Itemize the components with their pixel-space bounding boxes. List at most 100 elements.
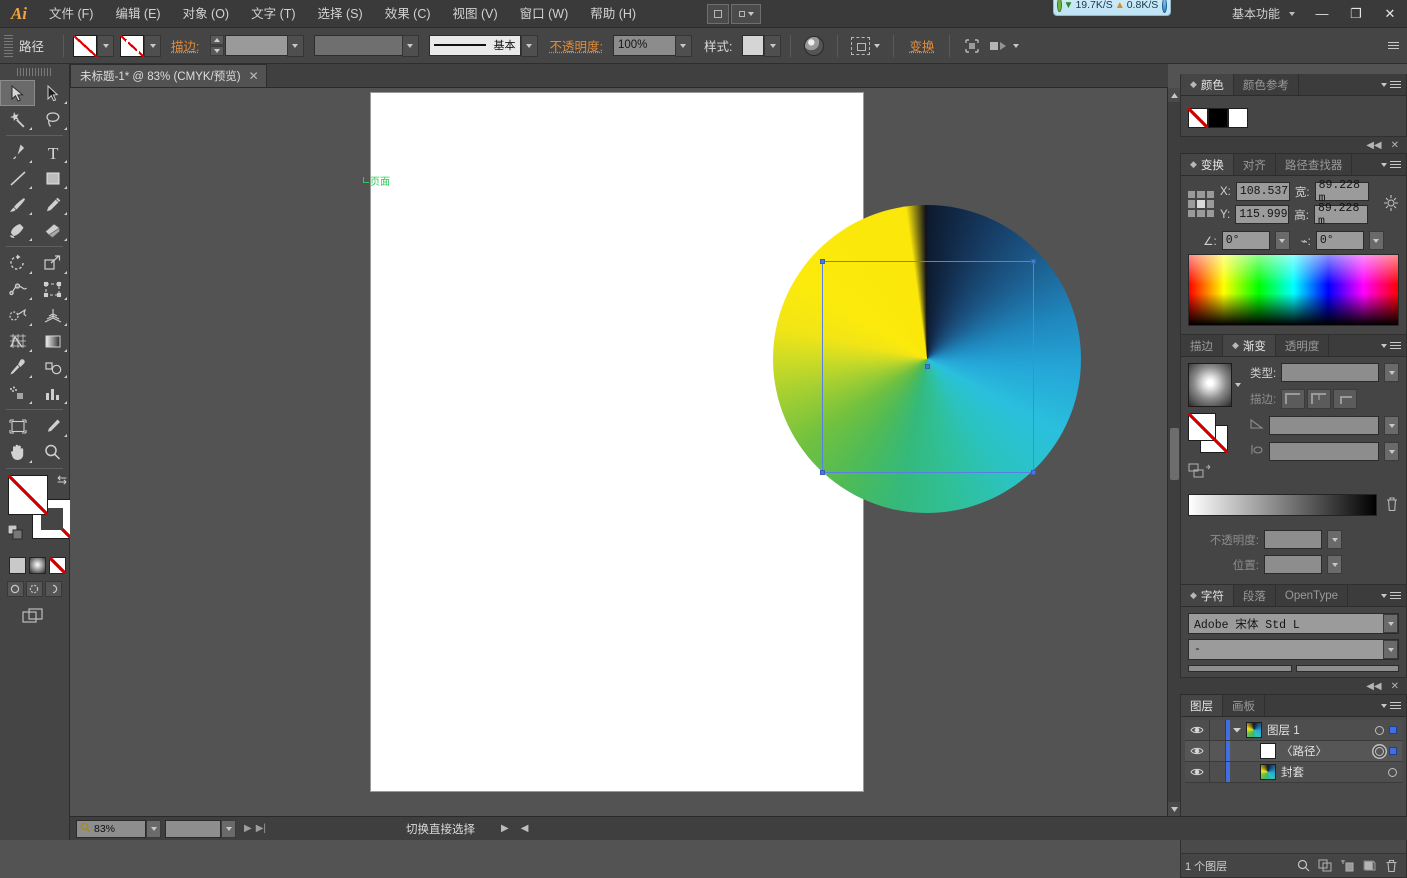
close-icon[interactable]: ✕ [249, 69, 259, 83]
panel-menu-icon[interactable] [1390, 81, 1401, 88]
gradient-tool[interactable] [35, 328, 70, 354]
symbol-sprayer-tool[interactable] [0, 380, 35, 406]
status-expand-icon[interactable]: ▶ [501, 823, 509, 834]
transform-panel-link[interactable]: 变换 [909, 36, 934, 55]
workspace-switcher[interactable]: 基本功能 [1228, 5, 1284, 22]
menu-window[interactable]: 窗口 (W) [509, 0, 580, 28]
default-fill-stroke-icon[interactable] [7, 524, 23, 540]
menu-effect[interactable]: 效果 (C) [374, 0, 442, 28]
handle-bottom-left[interactable] [820, 470, 825, 475]
lock-toggle[interactable] [1210, 762, 1226, 782]
stepper-up-icon[interactable] [209, 35, 224, 45]
handle-bottom-right[interactable] [1031, 470, 1036, 475]
browser-icon[interactable] [1162, 0, 1167, 13]
target-indicator-icon[interactable] [1375, 725, 1384, 735]
stroke-color-control[interactable] [120, 34, 162, 57]
font-family-dropdown[interactable] [1383, 614, 1398, 633]
magic-wand-tool[interactable] [0, 106, 35, 132]
tab-gradient[interactable]: ◆ 渐变 [1223, 335, 1276, 356]
fill-color-control[interactable] [73, 34, 115, 57]
character-panel-menu[interactable] [1381, 585, 1406, 606]
layer-name[interactable]: 封套 [1281, 764, 1388, 780]
chevron-down-icon[interactable] [1381, 162, 1387, 167]
stroke-variable-width-control[interactable] [313, 34, 419, 57]
tab-artboards[interactable]: 画板 [1223, 695, 1265, 716]
tab-pathfinder[interactable]: 路径查找器 [1276, 154, 1353, 175]
gradient-aspect-input[interactable] [1269, 442, 1379, 461]
variable-width-dropdown[interactable] [401, 34, 419, 57]
y-input[interactable]: 115.999 [1235, 205, 1290, 224]
tab-transparency[interactable]: 透明度 [1276, 335, 1330, 356]
menu-edit[interactable]: 编辑 (E) [104, 0, 171, 28]
selection-tool[interactable] [0, 80, 35, 106]
chevron-down-icon[interactable] [1381, 82, 1387, 87]
paintbrush-tool[interactable] [0, 191, 35, 217]
draw-behind-icon[interactable] [26, 581, 43, 597]
eraser-tool[interactable] [35, 217, 70, 243]
swatch-black[interactable] [1208, 108, 1228, 128]
handle-top-left[interactable] [820, 259, 825, 264]
perspective-grid-tool[interactable] [35, 302, 70, 328]
target-indicator-icon[interactable] [1388, 767, 1397, 777]
transform-panel-menu[interactable] [1381, 154, 1406, 175]
menu-select[interactable]: 选择 (S) [307, 0, 374, 28]
hand-tool[interactable] [0, 439, 35, 465]
color-panel-menu[interactable] [1381, 74, 1406, 95]
tab-align[interactable]: 对齐 [1234, 154, 1276, 175]
canvas-area[interactable]: 页面 [70, 88, 1168, 816]
zoom-dropdown[interactable] [146, 819, 161, 838]
panel-menu-icon[interactable] [1390, 342, 1401, 349]
control-bar-menu-icon[interactable] [1388, 42, 1399, 49]
graphic-style-control[interactable] [742, 34, 782, 57]
stroke-within-button[interactable] [1281, 389, 1306, 409]
layers-panel-menu[interactable] [1381, 695, 1406, 716]
target-indicator-icon[interactable] [1375, 746, 1384, 756]
gradient-type-dropdown[interactable] [1384, 363, 1399, 382]
gradient-angle-input[interactable] [1269, 416, 1379, 435]
tab-paragraph[interactable]: 段落 [1234, 585, 1276, 606]
tab-character[interactable]: ◆ 字符 [1181, 585, 1234, 606]
menu-view[interactable]: 视图 (V) [442, 0, 509, 28]
pencil-tool[interactable] [35, 191, 70, 217]
color-spectrum-picker[interactable] [1188, 254, 1399, 326]
gradient-opacity-input[interactable] [1264, 530, 1322, 549]
graphic-style-dropdown[interactable] [764, 34, 782, 57]
gradient-panel-menu[interactable] [1381, 335, 1406, 356]
close-button[interactable]: ✕ [1373, 3, 1407, 25]
stroke-dropdown-button[interactable] [144, 34, 162, 57]
handle-top-right[interactable] [1031, 259, 1036, 264]
line-segment-tool[interactable] [0, 165, 35, 191]
panel-menu-icon[interactable] [1390, 161, 1401, 168]
collapse-icon[interactable]: ◀◀ [1366, 140, 1381, 151]
stroke-swatch[interactable] [120, 34, 145, 57]
height-input[interactable]: 89.228 m [1313, 202, 1368, 228]
opacity-control[interactable]: 100% [612, 34, 692, 57]
swatch-none[interactable] [1188, 108, 1208, 128]
lock-toggle[interactable] [1210, 720, 1226, 740]
stroke-profile-dropdown[interactable] [520, 34, 538, 57]
layer-name[interactable]: 图层 1 [1267, 722, 1375, 738]
font-style-dropdown[interactable] [1383, 640, 1398, 659]
stroke-weight-input[interactable] [224, 34, 287, 56]
align-icon[interactable] [959, 34, 985, 58]
font-style-field[interactable]: - [1188, 639, 1399, 660]
tab-opentype[interactable]: OpenType [1276, 585, 1348, 606]
menu-object[interactable]: 对象 (O) [172, 0, 241, 28]
zoom-tool[interactable] [35, 439, 70, 465]
expand-triangle-icon[interactable] [1230, 727, 1244, 733]
artboard[interactable] [370, 92, 1081, 792]
scroll-left-icon[interactable]: ◀ [521, 823, 529, 834]
fill-swatch[interactable] [73, 34, 98, 57]
canvas-vertical-scrollbar[interactable] [1167, 88, 1181, 816]
width-tool[interactable] [0, 276, 35, 302]
gradient-position-input[interactable] [1264, 555, 1322, 574]
last-artboard-icon[interactable]: ▶| [256, 823, 266, 834]
selection-indicator[interactable] [1389, 726, 1397, 734]
handle-center[interactable] [925, 364, 930, 369]
network-speed-widget[interactable]: ▼ 19.7K/S ▲ 0.8K/S [1053, 0, 1171, 16]
selection-indicator[interactable] [1389, 747, 1397, 755]
layer-name[interactable]: 〈路径〉 [1281, 743, 1375, 759]
trash-icon[interactable] [1385, 496, 1399, 515]
type-tool[interactable]: T [35, 139, 70, 165]
variable-width-input[interactable] [313, 34, 402, 56]
